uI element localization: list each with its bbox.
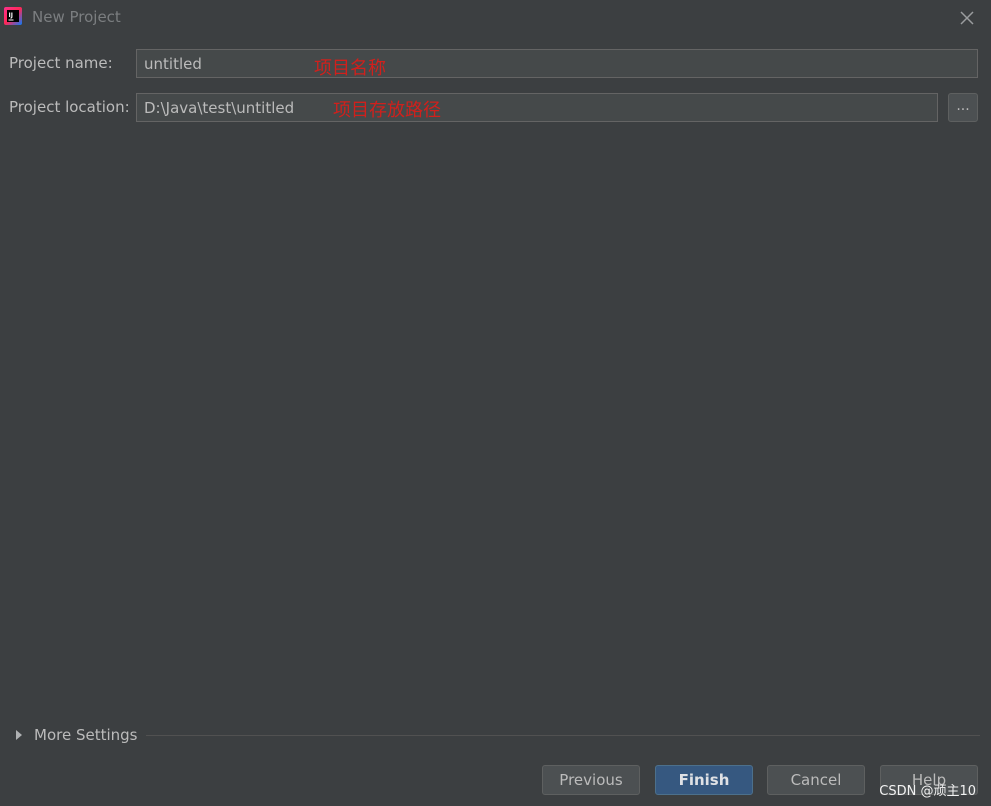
intellij-idea-icon: IJ — [4, 7, 22, 25]
cancel-button[interactable]: Cancel — [767, 765, 865, 795]
expand-triangle-icon — [16, 730, 22, 740]
close-icon[interactable] — [957, 8, 977, 28]
svg-text:IJ: IJ — [9, 12, 13, 19]
new-project-dialog: IJ New Project Project name: 项目名称 Projec… — [0, 0, 991, 806]
divider — [146, 735, 980, 736]
project-name-label: Project name: — [9, 54, 113, 72]
watermark: CSDN @顽主10 — [879, 784, 976, 799]
project-location-input[interactable] — [136, 93, 938, 122]
more-settings-toggle[interactable]: More Settings — [12, 724, 137, 746]
project-location-annotation: 项目存放路径 — [333, 100, 441, 121]
window-title: New Project — [32, 8, 121, 26]
finish-button[interactable]: Finish — [655, 765, 753, 795]
browse-button[interactable]: ... — [948, 93, 978, 122]
project-location-label: Project location: — [9, 98, 130, 116]
more-settings-label: More Settings — [34, 726, 138, 744]
title-bar: IJ New Project — [0, 0, 991, 36]
previous-button[interactable]: Previous — [542, 765, 640, 795]
project-name-annotation: 项目名称 — [314, 58, 386, 79]
project-name-input[interactable] — [136, 49, 978, 78]
